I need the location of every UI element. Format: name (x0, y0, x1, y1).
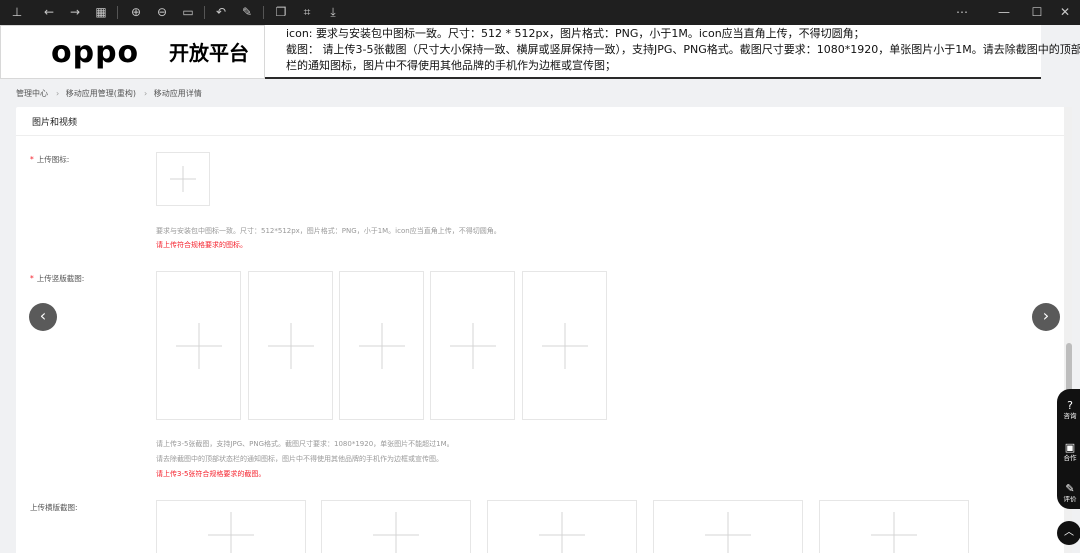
back-to-top-button[interactable]: ︿ (1057, 521, 1080, 545)
section-title: 图片和视频 (32, 118, 78, 128)
cooperate-button[interactable]: ▣ 合作 (1057, 441, 1080, 463)
portrait-hint-1: 请上传3-5张截图，支持JPG、PNG格式。截图尺寸要求：1080*1920，单… (156, 440, 454, 448)
landscape-upload-box[interactable] (653, 500, 803, 553)
zoom-in-icon[interactable]: ⊕ (127, 3, 145, 21)
rotate-icon[interactable]: ↶ (212, 3, 230, 21)
note-icon-requirement: icon: 要求与安装包中图标一致。尺寸：512 * 512px，图片格式：PN… (286, 27, 865, 40)
review-button[interactable]: ✎ 评价 (1057, 482, 1080, 504)
landscape-upload-box[interactable] (487, 500, 637, 553)
portrait-upload-box[interactable] (339, 271, 424, 420)
side-service-panel: ? 咨询 ▣ 合作 ✎ 评价 (1057, 389, 1080, 509)
review-label: 评价 (1063, 495, 1077, 503)
question-icon: ? (1067, 399, 1073, 412)
note-screenshot-requirement-cont: 栏的通知图标，图片中不得使用其他品牌的手机作为边框或宣传图； (286, 59, 616, 72)
breadcrumb-item-detail: 移动应用详情 (153, 89, 202, 98)
icon-field-label: * 上传图标: (30, 155, 70, 164)
layers-icon[interactable]: ❐ (272, 3, 290, 21)
toolbar-divider (263, 6, 264, 19)
platform-header: oppo 开放平台 (0, 25, 265, 79)
landscape-upload-box[interactable] (819, 500, 969, 553)
icon-error: 请上传符合规格要求的图标。 (156, 241, 247, 249)
fit-icon[interactable]: ▭ (179, 3, 197, 21)
breadcrumb-item-apps[interactable]: 移动应用管理(重构) (66, 89, 136, 98)
chevron-right-icon: › (144, 89, 148, 98)
forward-icon[interactable]: → (66, 3, 84, 21)
save-icon[interactable]: ⤓ (324, 3, 342, 21)
consult-label: 咨询 (1063, 412, 1077, 420)
portrait-hint-2: 请去除截图中的顶部状态栏的通知图标，图片中不得使用其他品牌的手机作为边框或宣传图… (156, 455, 443, 463)
close-icon[interactable]: ✕ (1056, 3, 1074, 21)
portrait-error: 请上传3-5张符合规格要求的截图。 (156, 470, 266, 478)
portrait-upload-box[interactable] (430, 271, 515, 420)
portrait-field-label: * 上传竖版截图: (30, 274, 85, 283)
back-icon[interactable]: ← (40, 3, 58, 21)
breadcrumb-item-management[interactable]: 管理中心 (16, 89, 48, 98)
briefcase-icon: ▣ (1064, 441, 1076, 454)
pin-icon[interactable]: ⊥ (8, 3, 26, 21)
portrait-upload-box[interactable] (522, 271, 607, 420)
next-arrow-button[interactable]: › (1032, 303, 1060, 331)
grid-icon[interactable]: ▦ (92, 3, 110, 21)
breadcrumb: 管理中心 › 移动应用管理(重构) › 移动应用详情 (16, 88, 206, 99)
landscape-upload-box[interactable] (156, 500, 306, 553)
landscape-upload-box[interactable] (321, 500, 471, 553)
chevron-right-icon: › (56, 89, 60, 98)
maximize-icon[interactable]: ☐ (1028, 3, 1046, 21)
oppo-logo[interactable]: oppo (51, 38, 139, 68)
edit-icon[interactable]: ✎ (238, 3, 256, 21)
toolbar-divider (204, 6, 205, 19)
crop-icon[interactable]: ⌗ (298, 3, 316, 21)
section-divider (16, 135, 1066, 136)
zoom-out-icon[interactable]: ⊖ (153, 3, 171, 21)
minimize-icon[interactable]: — (995, 3, 1013, 21)
cooperate-label: 合作 (1063, 454, 1077, 462)
portrait-upload-box[interactable] (156, 271, 241, 420)
icon-upload-box[interactable] (156, 152, 210, 206)
icon-hint: 要求与安装包中图标一致。尺寸：512*512px，图片格式：PNG，小于1M。i… (156, 227, 501, 235)
more-icon[interactable]: ⋯ (953, 3, 971, 21)
page-area: oppo 开放平台 icon: 要求与安装包中图标一致。尺寸：512 * 512… (0, 25, 1080, 553)
landscape-field-label: 上传横版截图: (30, 503, 78, 512)
consult-button[interactable]: ? 咨询 (1057, 399, 1080, 421)
toolbar-divider (117, 6, 118, 19)
logo-subtitle: 开放平台 (169, 41, 249, 65)
prev-arrow-button[interactable]: ‹ (29, 303, 57, 331)
viewer-toolbar: ⊥ ← → ▦ ⊕ ⊖ ▭ ↶ ✎ ❐ ⌗ ⤓ ⋯ — ☐ ✕ (0, 0, 1080, 25)
edit-icon: ✎ (1065, 482, 1075, 495)
media-card: 图片和视频 * 上传图标: 要求与安装包中图标一致。尺寸：512*512px，图片… (16, 107, 1066, 553)
portrait-upload-box[interactable] (248, 271, 333, 420)
note-screenshot-requirement: 截图： 请上传3-5张截图（尺寸大小保持一致、横屏或竖屏保持一致），支持JPG、… (286, 43, 1080, 56)
